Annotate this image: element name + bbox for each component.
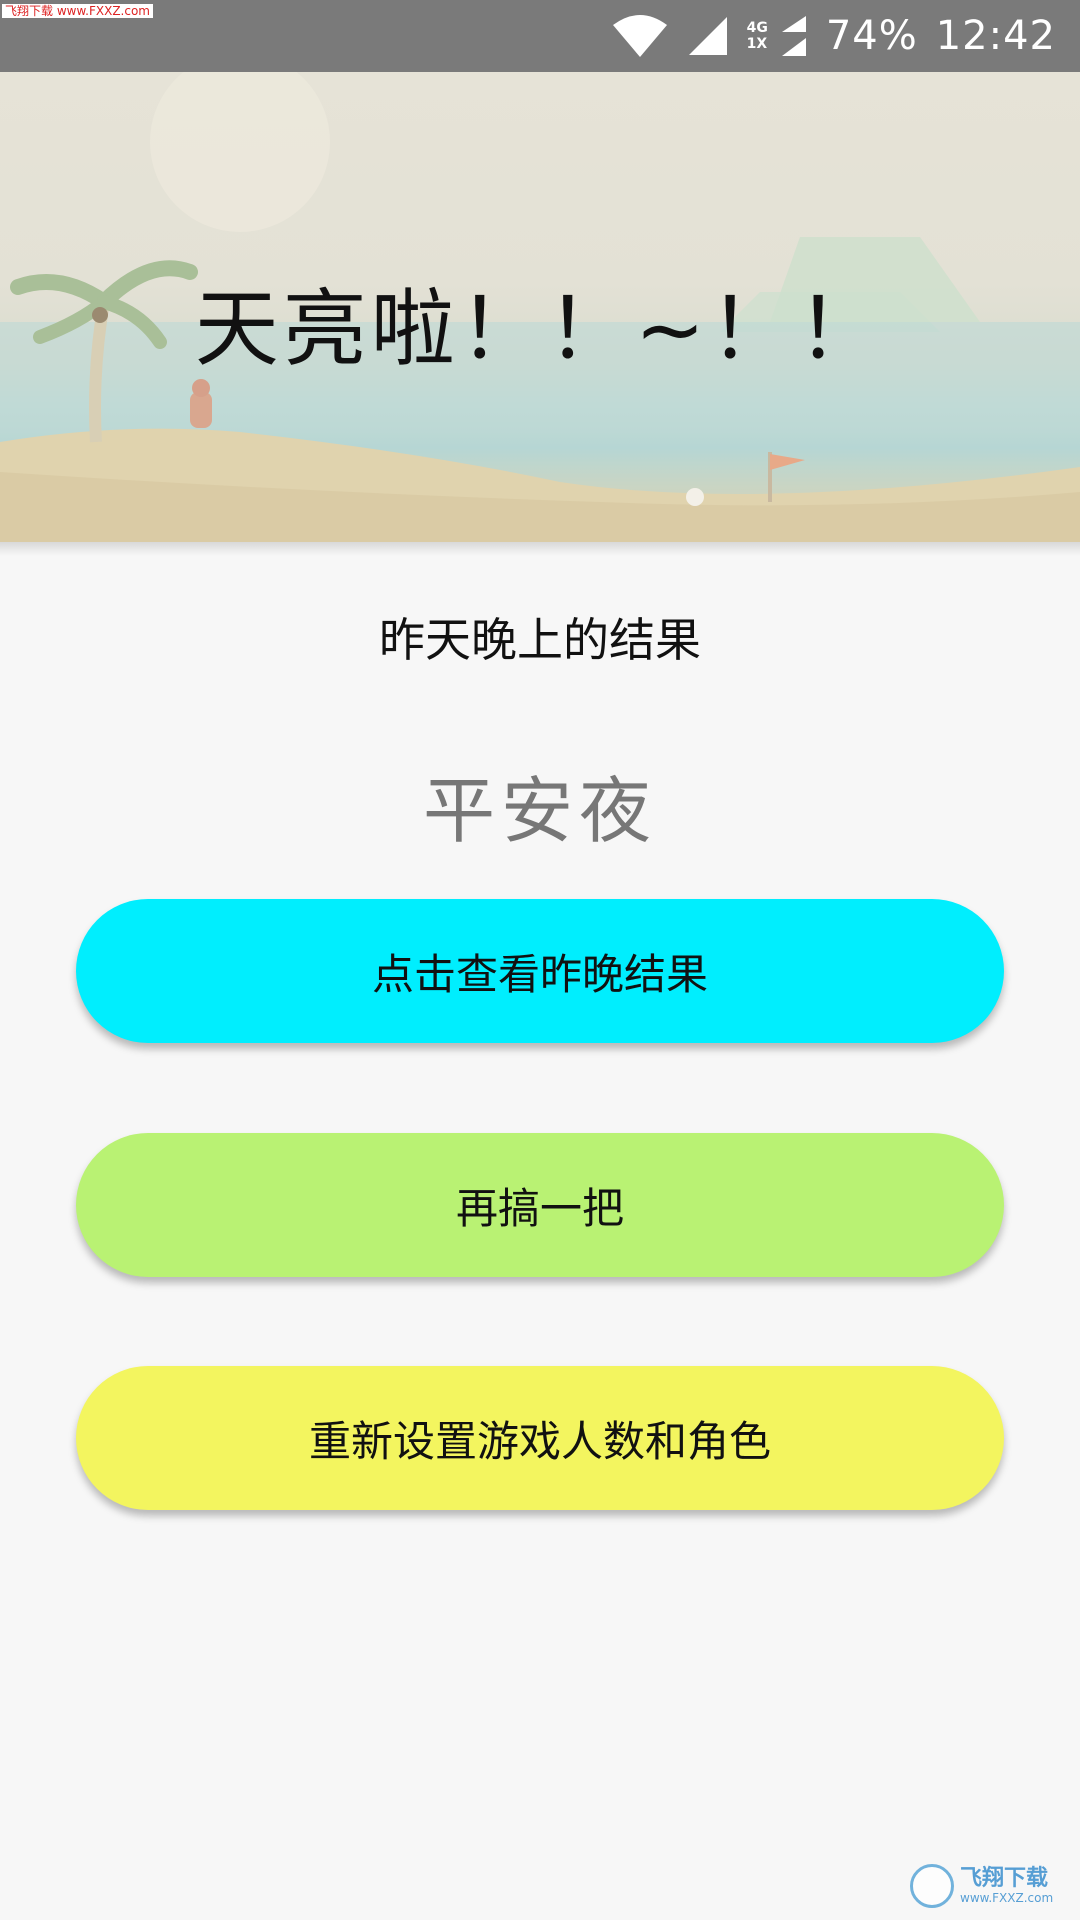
wifi-icon [611, 13, 669, 59]
banner-illustration: 天亮啦！！~！！ [0, 72, 1080, 542]
watermark-logo: 飞翔下载 www.FXXZ.com [910, 1860, 1070, 1912]
network-type-top: 4G [746, 20, 768, 36]
play-again-button[interactable]: 再搞一把 [76, 1133, 1004, 1277]
network-type: 4G 1X [747, 20, 768, 52]
watermark-name: 飞翔下载 [960, 1866, 1049, 1891]
watermark-logo-icon [910, 1864, 954, 1908]
banner-divider [0, 542, 1080, 556]
network-type-bottom: 1X [746, 36, 768, 52]
cell-signal-icon [687, 15, 729, 57]
status-bar: 飞翔下载 www.FXXZ.com 4G 1X 74% 12:42 [0, 0, 1080, 72]
reset-players-and-roles-button[interactable]: 重新设置游戏人数和角色 [76, 1366, 1004, 1510]
battery-level: 74% [825, 13, 918, 59]
status-icons: 4G 1X 74% 12:42 [611, 0, 1056, 72]
watermark-text: 飞翔下载 www.FXXZ.com [960, 1866, 1054, 1906]
result-heading: 昨天晚上的结果 [379, 613, 701, 667]
banner-title: 天亮啦！！~！！ [194, 280, 886, 378]
clock: 12:42 [935, 13, 1056, 59]
watermark-label: 飞翔下载 www.FXXZ.com [2, 4, 153, 18]
cell-signal-secondary-icon [778, 14, 808, 58]
watermark-url: www.FXXZ.com [960, 1891, 1054, 1905]
view-last-night-result-button[interactable]: 点击查看昨晚结果 [76, 899, 1004, 1043]
result-value: 平安夜 [422, 769, 657, 853]
